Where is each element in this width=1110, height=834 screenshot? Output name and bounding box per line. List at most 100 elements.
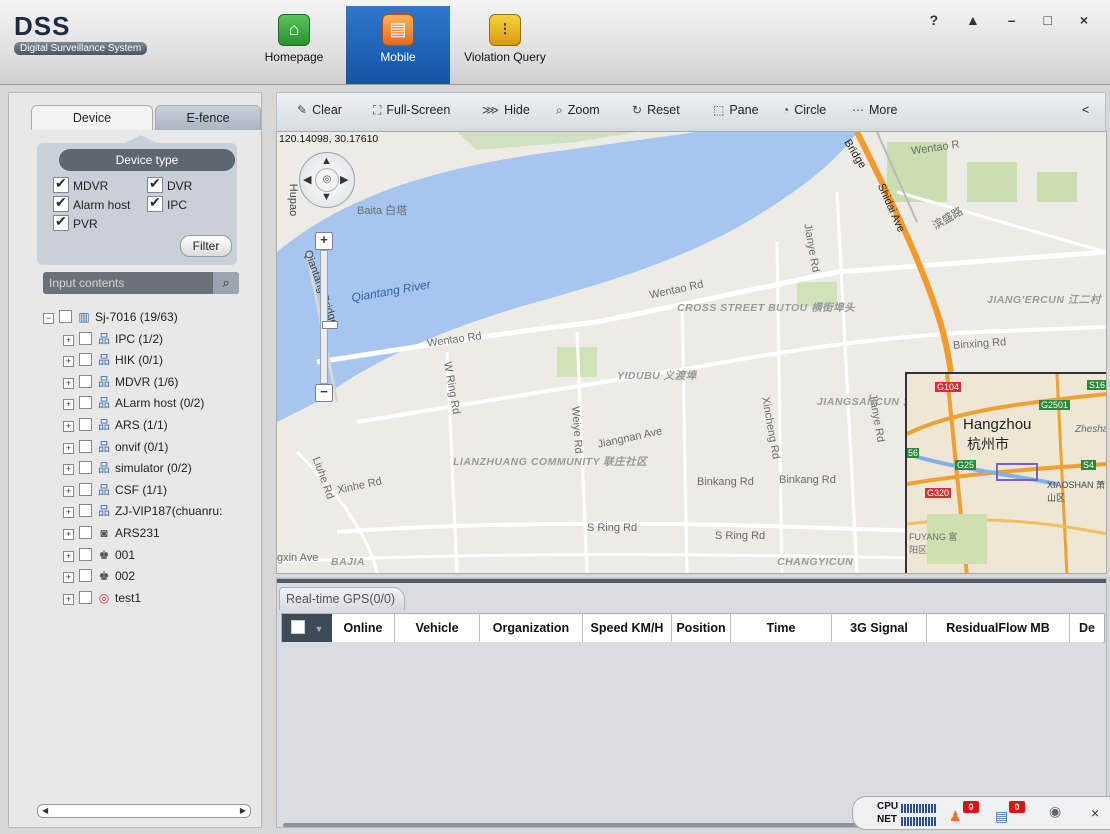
tree-node[interactable]: − ▥ Sj-7016 (19/63) [43, 307, 258, 329]
tree-node[interactable]: + 品 ARS (1/1) [43, 415, 258, 437]
tree-node[interactable]: + 品 ALarm host (0/2) [43, 393, 258, 415]
tree-node[interactable]: + ◙ ARS231 [43, 523, 258, 545]
tree-node[interactable]: + 品 IPC (1/2) [43, 329, 258, 351]
col-position[interactable]: Position [672, 614, 731, 642]
tab-device[interactable]: Device [31, 105, 153, 130]
checkbox-alarm-host[interactable]: Alarm host [53, 194, 130, 213]
pane-button[interactable]: ⬚ Pane [713, 103, 759, 117]
col-speed[interactable]: Speed KM/H [583, 614, 672, 642]
zoom-out-button[interactable]: − [315, 384, 333, 402]
expand-icon[interactable]: + [63, 377, 74, 389]
pan-right-icon[interactable]: ▶ [340, 173, 348, 186]
tree-node[interactable]: + ♚ 001 [43, 545, 258, 567]
tree-node[interactable]: + 品 HIK (0/1) [43, 350, 258, 372]
zoom-thumb[interactable] [322, 321, 338, 329]
map-view[interactable]: 120.14098, 30.17610 Qiantang River Baita… [276, 131, 1107, 574]
alarm-icon[interactable]: ♟ [949, 809, 962, 823]
expand-icon[interactable]: + [63, 485, 74, 497]
tree-node-checkbox[interactable] [79, 547, 92, 561]
zoom-in-button[interactable]: + [315, 232, 333, 250]
nav-mobile[interactable]: ▤ Mobile [346, 6, 450, 84]
map-zoom-slider[interactable]: + − [315, 232, 338, 402]
tree-node-checkbox[interactable] [79, 417, 92, 431]
col-residual-flow[interactable]: ResidualFlow MB [927, 614, 1070, 642]
col-vehicle[interactable]: Vehicle [395, 614, 480, 642]
tree-node-checkbox[interactable] [59, 310, 72, 323]
checkbox-dvr[interactable]: DVR [147, 175, 192, 194]
window-controls[interactable]: ? ▲ – □ × [930, 12, 1100, 28]
clear-button[interactable]: ✎ Clear [297, 103, 342, 117]
zoom-button[interactable]: ⌕ Zoom [556, 103, 600, 118]
col-time[interactable]: Time [731, 614, 832, 642]
tree-node-checkbox[interactable] [79, 374, 92, 388]
expand-icon[interactable]: + [63, 399, 74, 411]
checkbox-mdvr[interactable]: MDVR [53, 175, 108, 194]
col-online[interactable]: Online [332, 614, 395, 642]
tree-node-checkbox[interactable] [79, 590, 92, 604]
tree-node-checkbox[interactable] [79, 353, 92, 367]
filter-button[interactable]: Filter [180, 235, 232, 257]
col-de[interactable]: De [1070, 614, 1104, 642]
message-icon[interactable]: ▤ [995, 809, 1008, 823]
tree-node[interactable]: + 品 MDVR (1/6) [43, 372, 258, 394]
select-all-checkbox[interactable]: ▼ [282, 614, 332, 642]
search-icon[interactable]: ⌕ [213, 272, 239, 294]
tab-realtime-gps[interactable]: Real-time GPS(0/0) [279, 587, 405, 610]
tree-node[interactable]: + ♚ 002 [43, 566, 258, 588]
expand-icon[interactable]: + [63, 334, 74, 346]
tree-node-checkbox[interactable] [79, 504, 92, 518]
scroll-right-icon[interactable]: ▶ [240, 805, 246, 817]
tree-node-checkbox[interactable] [79, 569, 92, 583]
tree-horizontal-scrollbar[interactable]: ◀ ▶ [37, 804, 251, 818]
tree-node[interactable]: + 品 simulator (0/2) [43, 458, 258, 480]
sound-icon[interactable]: ◉ [1049, 804, 1061, 818]
tree-node[interactable]: + ◎ test1 [43, 588, 258, 610]
expand-icon[interactable]: + [63, 464, 74, 476]
collapse-toolbar-button[interactable]: < [1082, 103, 1089, 117]
pan-left-icon[interactable]: ◀ [303, 173, 311, 186]
checkbox-pvr[interactable]: PVR [53, 213, 98, 232]
search-input[interactable] [47, 274, 211, 292]
expand-icon[interactable]: + [63, 593, 74, 605]
checkbox-ipc[interactable]: IPC [147, 194, 187, 213]
nav-homepage[interactable]: ⌂ Homepage [256, 6, 332, 76]
nav-violation-query[interactable]: ⁝ Violation Query [450, 6, 560, 76]
tree-node-checkbox[interactable] [79, 461, 92, 475]
tree-node[interactable]: + 品 ZJ-VIP187(chuanru: [43, 501, 258, 523]
pan-up-icon[interactable]: ▲ [321, 155, 332, 167]
pan-center-icon[interactable]: ◎ [315, 168, 339, 192]
col-organization[interactable]: Organization [480, 614, 583, 642]
tree-node-checkbox[interactable] [79, 482, 92, 496]
magnifier-icon: ⌕ [556, 103, 563, 117]
expand-icon[interactable]: + [63, 550, 74, 562]
tree-node-checkbox[interactable] [79, 439, 92, 453]
chevron-down-icon[interactable]: ▼ [315, 624, 324, 634]
col-3g-signal[interactable]: 3G Signal [832, 614, 927, 642]
net-label: NET [877, 814, 897, 825]
expand-icon[interactable]: + [63, 420, 74, 432]
pan-down-icon[interactable]: ▼ [321, 191, 332, 203]
more-button[interactable]: ⋯ More [852, 103, 897, 117]
gps-horizontal-scrollbar[interactable] [283, 823, 883, 827]
close-status-button[interactable]: × [1091, 806, 1099, 820]
circle-button[interactable]: ◔ Circle [782, 103, 826, 117]
expand-icon[interactable]: + [63, 528, 74, 540]
map-overview[interactable]: Hangzhou 杭州市 XIAOSHAN 萧山区 Zhesha FUYANG … [905, 372, 1106, 573]
expand-icon[interactable]: + [63, 356, 74, 368]
reset-button[interactable]: ↻ Reset [632, 103, 680, 117]
tab-efence[interactable]: E-fence [155, 105, 261, 130]
expand-icon[interactable]: + [63, 507, 74, 519]
fullscreen-button[interactable]: ⛶ Full-Screen [373, 103, 450, 118]
expand-icon[interactable]: + [63, 442, 74, 454]
map-pan-control[interactable]: ▲ ▼ ◀ ▶ ◎ [299, 152, 355, 208]
tree-node-checkbox[interactable] [79, 396, 92, 410]
tree-node-checkbox[interactable] [79, 331, 92, 345]
tree-node[interactable]: + 品 onvif (0/1) [43, 437, 258, 459]
expand-icon[interactable]: + [63, 572, 74, 584]
collapse-icon[interactable]: − [43, 313, 54, 324]
tree-node-checkbox[interactable] [79, 525, 92, 539]
hide-button[interactable]: ⋙ Hide [482, 103, 530, 117]
scroll-left-icon[interactable]: ◀ [42, 805, 48, 817]
zoom-track[interactable] [320, 250, 338, 384]
tree-node[interactable]: + 品 CSF (1/1) [43, 480, 258, 502]
